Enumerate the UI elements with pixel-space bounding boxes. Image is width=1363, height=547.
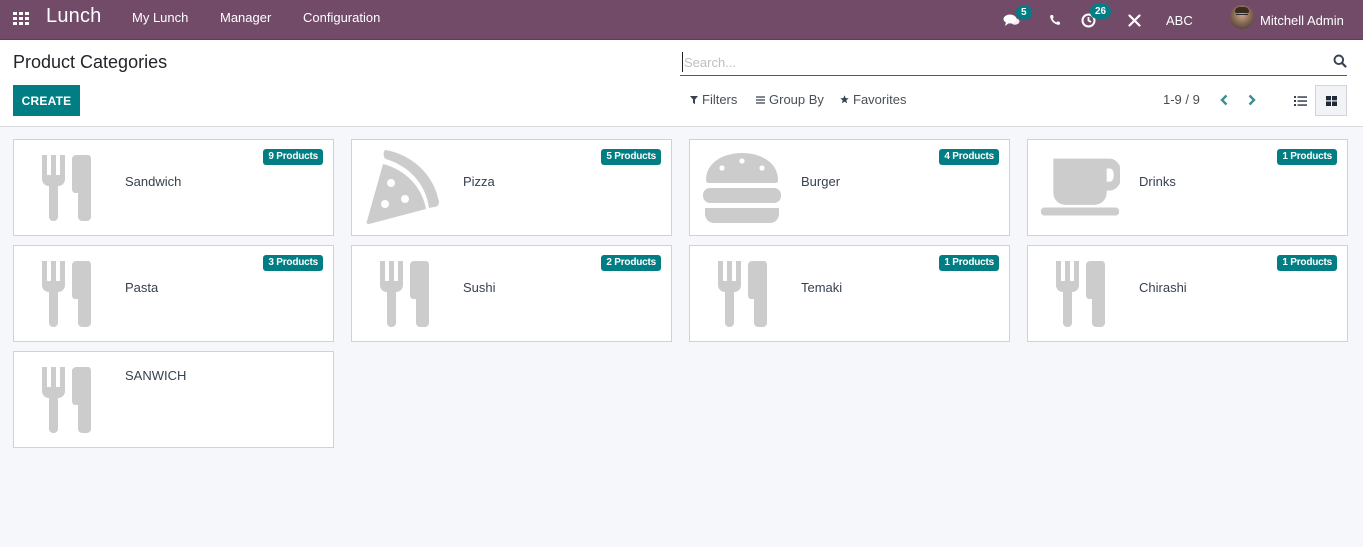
activities-button[interactable]: 26 (1081, 0, 1112, 40)
bars-icon (756, 95, 765, 104)
phone-icon (1050, 15, 1060, 25)
kanban-grid-icon (1325, 95, 1337, 106)
utensils-icon (26, 254, 106, 334)
messaging-button[interactable]: 5 (1003, 0, 1032, 40)
category-card[interactable]: SANWICH (13, 351, 334, 448)
pager-value[interactable]: 1-9 / 9 (1163, 92, 1200, 107)
product-count-badge: 9 Products (263, 149, 323, 165)
burger-icon (702, 148, 782, 228)
phone-button[interactable] (1049, 0, 1063, 40)
product-count-badge: 1 Products (939, 255, 999, 271)
chevron-right-icon (1248, 94, 1256, 106)
category-card[interactable]: Burger 4 Products (689, 139, 1010, 236)
category-name: Temaki (801, 280, 843, 295)
category-name: Sandwich (125, 174, 182, 189)
category-card[interactable]: Pasta 3 Products (13, 245, 334, 342)
menu-configuration[interactable]: Configuration (303, 10, 380, 25)
category-name: Burger (801, 174, 841, 189)
tools-icon (1128, 13, 1141, 27)
filters-button[interactable]: Filters (690, 92, 737, 107)
group-by-button[interactable]: Group By (756, 92, 824, 107)
control-panel: Product Categories CREATE Filters Group … (0, 40, 1363, 127)
favorites-label: Favorites (853, 92, 907, 107)
apps-menu-icon[interactable] (13, 12, 30, 26)
category-name: Chirashi (1139, 280, 1187, 295)
filters-label: Filters (702, 92, 738, 107)
category-name: Drinks (1139, 174, 1176, 189)
search-icon[interactable] (1333, 54, 1347, 68)
category-card[interactable]: Sandwich 9 Products (13, 139, 334, 236)
messages-count-badge: 5 (1016, 5, 1032, 20)
menu-manager[interactable]: Manager (220, 10, 271, 25)
category-card[interactable]: Chirashi 1 Products (1027, 245, 1348, 342)
utensils-icon (364, 254, 444, 334)
app-brand[interactable]: Lunch (46, 5, 102, 28)
product-count-badge: 2 Products (601, 255, 661, 271)
activities-count-badge: 26 (1090, 4, 1112, 19)
pizza-icon (364, 148, 444, 228)
list-view-button[interactable] (1284, 85, 1316, 116)
user-menu[interactable]: Mitchell Admin (1260, 0, 1344, 40)
category-name: Pasta (125, 280, 159, 295)
create-button[interactable]: CREATE (13, 85, 80, 116)
category-name: Sushi (463, 280, 496, 295)
pager-previous-button[interactable] (1216, 90, 1232, 110)
category-name: SANWICH (125, 368, 187, 383)
utensils-icon (26, 360, 106, 440)
favorites-button[interactable]: Favorites (840, 92, 906, 107)
product-count-badge: 1 Products (1277, 149, 1337, 165)
page-title: Product Categories (13, 52, 168, 72)
kanban-view-button[interactable] (1315, 85, 1347, 116)
category-card[interactable]: Sushi 2 Products (351, 245, 672, 342)
coffee-cup-icon (1040, 148, 1120, 228)
product-count-badge: 3 Products (263, 255, 323, 271)
star-icon (840, 95, 849, 104)
group-by-label: Group By (769, 92, 824, 107)
search-bar (680, 50, 1347, 76)
product-count-badge: 4 Products (939, 149, 999, 165)
search-input[interactable] (682, 52, 1322, 72)
kanban-view: Sandwich 9 Products Pizza 5 Products Burge… (13, 139, 1348, 448)
user-avatar[interactable] (1230, 5, 1254, 29)
product-count-badge: 1 Products (1277, 255, 1337, 271)
category-card[interactable]: Drinks 1 Products (1027, 139, 1348, 236)
chevron-left-icon (1220, 94, 1228, 106)
product-count-badge: 5 Products (601, 149, 661, 165)
category-name: Pizza (463, 174, 495, 189)
category-card[interactable]: Pizza 5 Products (351, 139, 672, 236)
category-card[interactable]: Temaki 1 Products (689, 245, 1010, 342)
top-navbar: Lunch My Lunch Manager Configuration 5 2… (0, 0, 1363, 40)
company-switcher[interactable]: ABC (1166, 0, 1193, 40)
list-icon (1293, 95, 1307, 106)
debug-tools-button[interactable] (1128, 0, 1142, 40)
utensils-icon (26, 148, 106, 228)
filter-icon (690, 95, 698, 104)
utensils-icon (1040, 254, 1120, 334)
utensils-icon (702, 254, 782, 334)
pager-next-button[interactable] (1244, 90, 1260, 110)
menu-my-lunch[interactable]: My Lunch (132, 10, 188, 25)
